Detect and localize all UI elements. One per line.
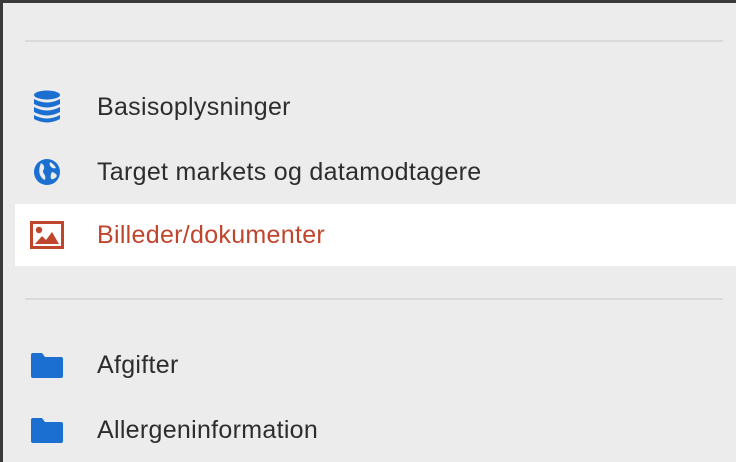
divider xyxy=(25,298,723,300)
divider xyxy=(25,40,723,42)
image-icon xyxy=(25,221,69,249)
folder-icon xyxy=(25,351,69,379)
sidebar-item-label: Afgifter xyxy=(97,350,179,379)
database-icon xyxy=(25,90,69,124)
sidebar-item-afgifter[interactable]: Afgifter xyxy=(15,334,736,396)
sidebar-item-label: Allergeninformation xyxy=(97,415,319,444)
folder-icon xyxy=(25,416,69,444)
sidebar-item-billeder-dokumenter[interactable]: Billeder/dokumenter xyxy=(15,204,736,266)
sidebar-item-target-markets[interactable]: Target markets og datamodtagere xyxy=(15,141,736,203)
sidebar-item-allergeninformation[interactable]: Allergeninformation xyxy=(15,399,736,461)
sidebar-item-label: Basisoplysninger xyxy=(97,92,291,121)
globe-icon xyxy=(25,157,69,187)
sidebar-panel: Basisoplysninger Target markets og datam… xyxy=(0,0,736,462)
sidebar-item-label: Billeder/dokumenter xyxy=(97,220,326,249)
sidebar-item-label: Target markets og datamodtagere xyxy=(97,157,482,186)
sidebar-item-basisoplysninger[interactable]: Basisoplysninger xyxy=(15,76,736,138)
